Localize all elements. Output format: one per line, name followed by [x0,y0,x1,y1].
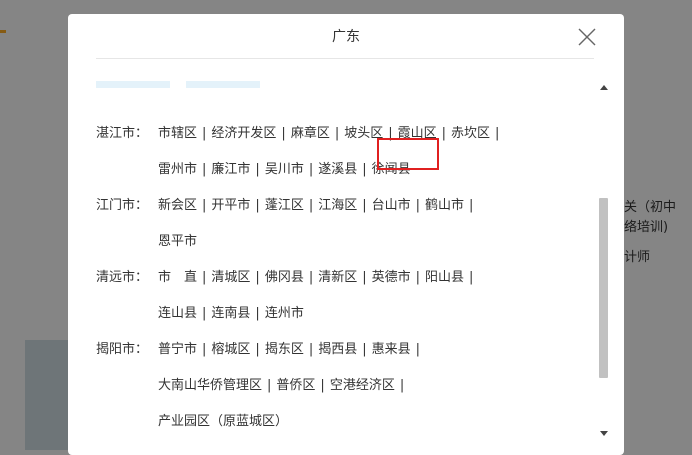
region-row: 连山县 | 连南县 | 连州市 [96,302,304,321]
scroll-up-arrow-icon[interactable] [600,85,608,90]
district-link[interactable]: 榕城区 [211,342,250,357]
separator: | [495,126,500,141]
district-link[interactable]: 连州市 [265,306,304,321]
district-link[interactable]: 空港经济区 [330,378,395,393]
district-link[interactable]: 市 直 [158,270,197,285]
district-link[interactable]: 连山县 [158,306,197,321]
district-link[interactable]: 阳山县 [425,270,464,285]
city-label: 揭阳市： [96,342,149,357]
separator: | [202,306,207,321]
separator: | [415,270,421,285]
placeholder-bar-2 [186,81,260,88]
district-link[interactable]: 遂溪县 [318,162,357,177]
separator: | [362,342,367,357]
district-link[interactable]: 普宁市 [158,342,197,357]
separator: | [202,162,207,177]
district-link[interactable]: 清城区 [211,270,250,285]
separator: | [255,198,260,213]
separator: | [255,270,260,285]
separator: | [308,162,314,177]
district-link[interactable]: 经济开发区 [211,126,276,141]
separator: | [362,198,367,213]
separator: | [308,270,314,285]
city-label: 清远市： [96,270,149,285]
region-row: 湛江市： 市辖区 | 经济开发区 | 麻章区 | 坡头区 | 霞山区 | 赤坎区 | [96,122,504,141]
district-link[interactable]: 吴川市 [265,162,304,177]
district-link[interactable]: 廉江市 [211,162,250,177]
separator: | [202,126,207,141]
district-link[interactable]: 连南县 [211,306,250,321]
district-link[interactable]: 惠来县 [372,342,411,357]
region-row: 揭阳市： 普宁市 | 榕城区 | 揭东区 | 揭西县 | 惠来县 | [96,338,425,357]
scrollbar[interactable] [597,82,611,442]
separator: | [362,270,367,285]
placeholder-bar-1 [96,81,170,88]
district-link[interactable]: 市辖区 [158,126,197,141]
district-link[interactable]: 揭西县 [318,342,357,357]
separator: | [255,306,260,321]
district-link[interactable]: 台山市 [372,198,411,213]
separator: | [362,162,367,177]
district-link[interactable]: 恩平市 [158,234,197,249]
district-link[interactable]: 普侨区 [276,378,315,393]
district-link[interactable]: 鹤山市 [425,198,464,213]
separator: | [469,270,474,285]
district-link[interactable]: 揭东区 [265,342,304,357]
separator: | [415,342,421,357]
separator: | [202,270,207,285]
region-row: 产业园区（原蓝城区） [96,410,288,429]
separator: | [202,198,207,213]
region-row: 清远市： 市 直 | 清城区 | 佛冈县 | 清新区 | 英德市 | 阳山县 | [96,266,478,285]
region-row: 恩平市 [96,230,197,249]
dialog-title: 广东 [332,29,360,45]
separator: | [308,198,314,213]
district-link[interactable]: 江海区 [318,198,357,213]
district-link[interactable]: 佛冈县 [265,270,304,285]
separator: | [441,126,447,141]
district-link[interactable]: 赤坎区 [451,126,490,141]
separator: | [320,378,325,393]
separator: | [281,126,286,141]
district-link[interactable]: 新会区 [158,198,197,213]
region-row: 大南山华侨管理区 | 普侨区 | 空港经济区 | [96,374,409,393]
district-link[interactable]: 雷州市 [158,162,197,177]
separator: | [334,126,340,141]
district-link[interactable]: 麻章区 [291,126,330,141]
separator: | [202,342,207,357]
region-list: 湛江市： 市辖区 | 经济开发区 | 麻章区 | 坡头区 | 霞山区 | 赤坎区 | 雷州市 | 廉江市 | 吴川… [68,104,594,445]
separator: | [255,162,260,177]
district-link[interactable]: 产业园区（原蓝城区） [158,414,288,429]
separator: | [415,198,421,213]
region-dialog: 广东 湛江市： 市辖区 | 经济开发区 | 麻章区 | 坡头区 | 霞山区 | 赤坎区 | 雷州市 | 廉江市… [68,14,624,455]
region-row: 江门市： 新会区 | 开平市 | 蓬江区 | 江海区 | 台山市 | 鹤山市 | [96,194,478,213]
city-label: 湛江市： [96,126,149,141]
scroll-down-arrow-icon[interactable] [600,431,608,436]
district-link[interactable]: 英德市 [372,270,411,285]
separator: | [255,342,260,357]
region-row: 雷州市 | 廉江市 | 吴川市 | 遂溪县 | 徐闻县 [96,158,411,177]
district-link[interactable]: 开平市 [211,198,250,213]
district-link[interactable]: 大南山华侨管理区 [158,378,262,393]
close-icon[interactable] [576,26,598,48]
district-link[interactable]: 蓬江区 [265,198,304,213]
scrollbar-thumb[interactable] [599,198,608,378]
separator: | [267,378,272,393]
title-divider [96,58,594,59]
separator: | [308,342,314,357]
separator: | [399,378,405,393]
city-label: 江门市： [96,198,149,213]
separator: | [469,198,474,213]
district-link[interactable]: 清新区 [318,270,357,285]
highlight-box [377,138,439,170]
